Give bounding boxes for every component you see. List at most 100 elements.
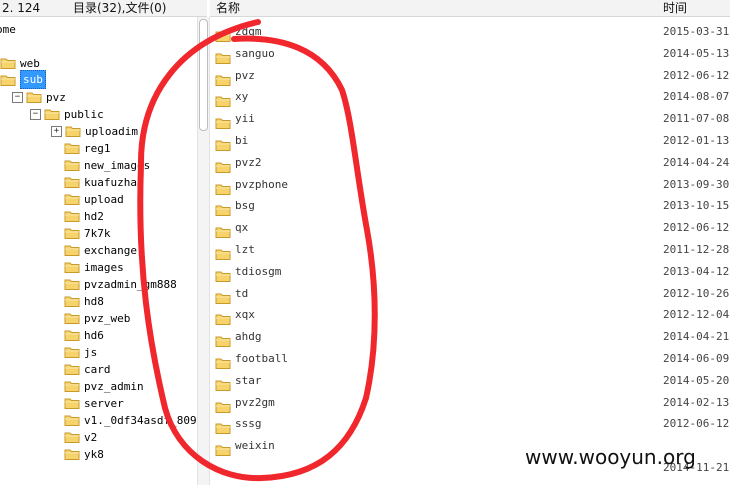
tree-item[interactable]: web <box>0 54 40 71</box>
list-item[interactable]: td 2012-10-26 <box>210 283 730 305</box>
tree-item[interactable]: yk8 <box>51 445 104 462</box>
folder-icon <box>215 249 231 260</box>
tree-item-label: hd6 <box>84 328 104 342</box>
folder-icon <box>64 296 80 307</box>
folder-icon <box>64 330 80 341</box>
tree-item[interactable]: 7k7k <box>51 224 111 241</box>
list-item[interactable]: pvzphone 2013-09-30 <box>210 174 730 196</box>
tree-item[interactable]: js <box>51 343 97 360</box>
list-item-time: 2012-06-12 <box>663 68 730 82</box>
list-item[interactable]: football 2014-06-09 <box>210 348 730 370</box>
list-item[interactable]: qx 2012-06-12 <box>210 217 730 239</box>
list-item-name: xy <box>235 90 249 104</box>
tree-item[interactable]: ome <box>0 20 16 37</box>
expand-plus-icon[interactable]: + <box>51 125 62 137</box>
folder-icon <box>64 415 80 426</box>
list-item[interactable]: ahdg 2014-04-21 <box>210 326 730 348</box>
list-item-time: 2012-06-12 <box>663 417 730 431</box>
tree-item-label: public <box>64 107 104 121</box>
folder-icon <box>64 228 80 239</box>
list-item[interactable]: pvz2gm 2014-02-13 <box>210 392 730 414</box>
tree-item[interactable]: pvz_admin <box>51 377 144 394</box>
tree-item[interactable]: kuafuzha <box>51 173 137 190</box>
folder-tree: omewebsub−pvz−public+uploadimreg1new_ima… <box>0 17 197 485</box>
folder-icon <box>0 58 16 69</box>
tree-item[interactable]: − public <box>30 105 104 122</box>
folder-icon <box>65 126 81 137</box>
folder-icon <box>0 75 16 86</box>
list-item-name: tdiosgm <box>235 264 282 278</box>
folder-icon <box>215 227 231 239</box>
tree-item[interactable]: images <box>51 258 124 275</box>
column-header-name[interactable]: 名称 <box>216 0 240 16</box>
tree-item-label: server <box>84 396 124 410</box>
list-item-name: qx <box>235 221 249 235</box>
list-item-time: 2014-02-13 <box>663 395 730 409</box>
list-item[interactable]: lzt 2011-12-28 <box>210 239 730 261</box>
tree-item-label: web <box>20 56 40 70</box>
list-item[interactable]: pvz 2012-06-12 <box>210 65 730 87</box>
watermark: www.wooyun.org <box>525 445 696 469</box>
list-item-name: star <box>235 373 262 387</box>
tree-item-label: kuafuzha <box>84 175 137 189</box>
list-item[interactable]: pvz2 2014-04-24 <box>210 152 730 174</box>
tree-item-label: exchange <box>84 243 137 257</box>
folder-icon <box>215 53 231 64</box>
list-item[interactable]: star 2014-05-20 <box>210 370 730 392</box>
list-item[interactable]: xqx 2012-12-04 <box>210 304 730 326</box>
tree-item[interactable]: + uploadim <box>51 122 138 139</box>
column-header-time[interactable]: 时间 <box>663 0 687 16</box>
folder-icon <box>215 293 231 304</box>
list-item-time: 2011-07-08 <box>663 112 730 126</box>
tree-item-label: 7k7k <box>84 226 111 240</box>
tree-item[interactable]: sub <box>0 70 46 89</box>
list-scrollbar[interactable] <box>197 17 210 485</box>
tree-item-label: hd8 <box>84 294 104 308</box>
collapse-minus-icon[interactable]: − <box>12 91 23 103</box>
tree-item-label: reg1 <box>84 141 111 155</box>
tree-item[interactable]: pvz_web <box>51 309 130 326</box>
folder-icon <box>64 398 80 409</box>
list-item-name: sssg <box>235 417 262 431</box>
tree-item[interactable]: hd2 <box>51 207 104 224</box>
list-item[interactable]: sssg 2012-06-12 <box>210 413 730 435</box>
list-item[interactable]: tdiosgm 2013-04-12 <box>210 261 730 283</box>
tree-item[interactable]: − pvz <box>12 88 66 105</box>
folder-icon <box>215 358 231 369</box>
list-item[interactable]: bi 2012-01-13 <box>210 130 730 152</box>
folder-icon <box>64 279 80 290</box>
tree-item-label: hd2 <box>84 209 104 223</box>
tree-header: 2. 124 目录(32),文件(0) <box>0 0 207 17</box>
tree-item[interactable]: new_images <box>51 156 150 173</box>
tree-item-label: yk8 <box>84 447 104 461</box>
tree-item[interactable]: upload <box>51 190 124 207</box>
tree-item[interactable]: v1._0df34asdf_8093 <box>51 411 197 428</box>
tree-item[interactable]: hd8 <box>51 292 104 309</box>
folder-icon <box>215 402 231 413</box>
folder-icon <box>215 336 231 348</box>
collapse-minus-icon[interactable]: − <box>30 108 41 120</box>
tree-item[interactable]: server <box>51 394 124 411</box>
list-item-name: pvz2 <box>235 155 262 169</box>
tree-item-label: uploadim <box>85 124 138 138</box>
tree-item-label: pvz_web <box>84 311 131 325</box>
list-item-time: 2013-04-12 <box>663 264 730 278</box>
scrollbar-thumb[interactable] <box>199 19 208 131</box>
tree-item[interactable]: reg1 <box>51 139 111 156</box>
list-item[interactable]: yii 2011-07-08 <box>210 108 730 130</box>
tree-item-label: js <box>84 345 98 359</box>
list-item[interactable]: xy 2014-08-07 <box>210 86 730 108</box>
list-item-time: 2013-10-15 <box>663 199 730 213</box>
folder-icon <box>215 445 231 457</box>
tree-item[interactable]: pvzadmin_gm888 <box>51 275 177 292</box>
tree-item-label: ome <box>0 22 16 36</box>
list-item[interactable]: zdgm 2015-03-31 <box>210 21 730 43</box>
tree-item[interactable]: hd6 <box>51 326 104 343</box>
tree-item[interactable]: card <box>51 360 111 377</box>
tree-item[interactable]: exchange <box>51 241 137 258</box>
tree-item[interactable]: v2 <box>51 428 97 445</box>
list-item[interactable]: bsg 2013-10-15 <box>210 195 730 217</box>
list-item-name: pvz2gm <box>235 395 275 409</box>
list-item[interactable]: sanguo 2014-05-13 <box>210 43 730 65</box>
folder-icon <box>64 262 80 273</box>
